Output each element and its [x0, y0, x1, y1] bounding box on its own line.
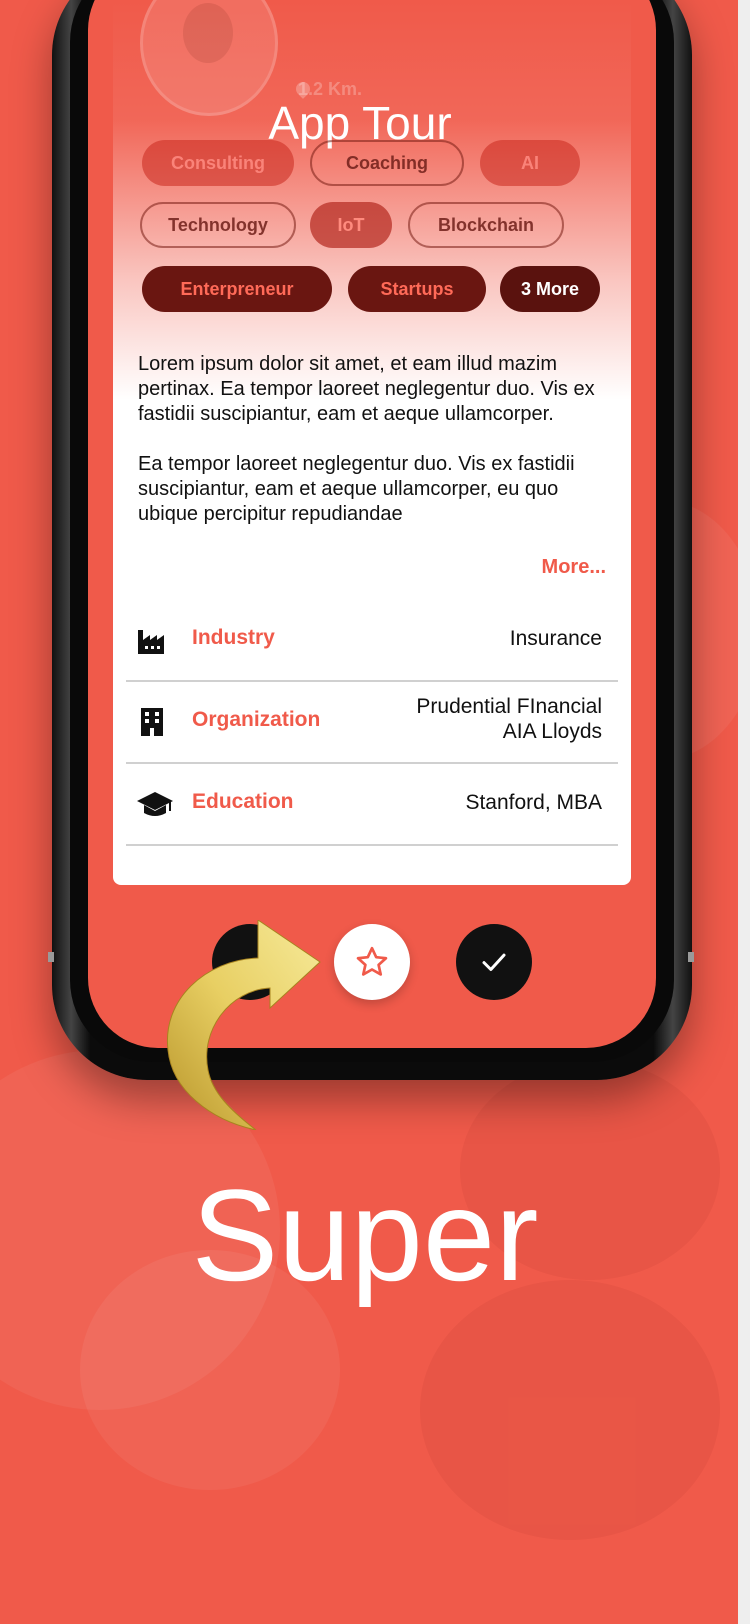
building-icon: [136, 706, 168, 738]
tag-chip[interactable]: Technology: [140, 202, 296, 248]
tag-chip[interactable]: IoT: [310, 202, 392, 248]
star-icon: [356, 946, 388, 976]
tag-chip[interactable]: Consulting: [142, 140, 294, 186]
factory-icon: [136, 624, 168, 656]
detail-value-line: Prudential FInancial: [416, 695, 602, 718]
avatar-face: [183, 3, 233, 63]
tag-chip[interactable]: Startups: [348, 266, 486, 312]
tour-arrow-icon: [166, 920, 321, 1130]
more-link[interactable]: More...: [520, 556, 606, 579]
tag-chip[interactable]: AI: [480, 140, 580, 186]
detail-row-education: Education Stanford, MBA: [126, 764, 618, 846]
tag-chip[interactable]: Blockchain: [408, 202, 564, 248]
background-blur-shape: [420, 1280, 720, 1540]
detail-value-line: AIA Lloyds: [502, 720, 602, 743]
page-edge: [738, 0, 750, 1624]
detail-value: Prudential FInancial AIA Lloyds: [416, 694, 602, 744]
tag-chip[interactable]: Coaching: [310, 140, 464, 186]
super-like-button[interactable]: [334, 924, 410, 1000]
accept-button[interactable]: [456, 924, 532, 1000]
phone-side-button: [48, 952, 54, 962]
detail-row-organization: Organization Prudential FInancial AIA Ll…: [126, 682, 618, 764]
detail-label: Education: [192, 790, 294, 813]
detail-value: Insurance: [509, 627, 602, 650]
about-paragraph: Ea tempor laoreet neglegentur duo. Vis e…: [138, 453, 575, 525]
detail-label: Organization: [192, 708, 321, 731]
detail-row-industry: Industry Insurance: [126, 600, 618, 682]
about-paragraph: Lorem ipsum dolor sit amet, et eam illud…: [138, 353, 595, 425]
more-tags-chip[interactable]: 3 More: [500, 266, 600, 312]
graduation-cap-icon: [136, 788, 173, 820]
tour-caption: Super: [191, 1162, 539, 1308]
about-text: Lorem ipsum dolor sit amet, et eam illud…: [138, 352, 608, 552]
detail-label: Industry: [192, 626, 275, 649]
phone-side-button: [688, 952, 694, 962]
checkmark-icon: [482, 953, 506, 971]
detail-value: Stanford, MBA: [465, 791, 602, 814]
tag-chip[interactable]: Enterpreneur: [142, 266, 332, 312]
